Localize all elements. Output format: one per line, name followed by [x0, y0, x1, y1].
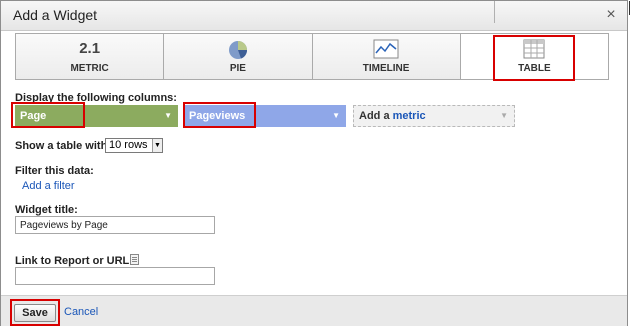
tab-metric[interactable]: 2.1 METRIC [16, 34, 165, 79]
tab-timeline[interactable]: TIMELINE [313, 34, 461, 79]
add-metric-link[interactable]: metric [393, 110, 426, 122]
add-widget-dialog: Add a Widget × 2.1 METRIC PIE TIMELINE T… [0, 0, 630, 326]
metric-number-icon: 2.1 [79, 40, 101, 57]
metric-select[interactable]: Pageviews ▼ [184, 105, 346, 127]
filter-label: Filter this data: [15, 165, 94, 177]
add-metric-select[interactable]: Add a metric ▼ [353, 105, 515, 127]
chevron-down-icon: ▼ [152, 139, 162, 152]
columns-label: Display the following columns: [15, 92, 177, 104]
close-icon[interactable]: × [601, 5, 621, 25]
dialog-titlebar: Add a Widget × [1, 1, 627, 31]
tab-timeline-label: TIMELINE [362, 63, 410, 74]
chevron-down-icon: ▼ [164, 111, 172, 120]
pie-chart-icon [227, 39, 249, 66]
rows-select[interactable]: 10 rows ▼ [105, 138, 163, 153]
add-metric-prefix: Add a [359, 110, 390, 122]
timeline-chart-icon [373, 39, 399, 64]
cancel-link[interactable]: Cancel [64, 306, 98, 318]
chevron-down-icon: ▼ [500, 111, 508, 120]
tab-pie-label: PIE [229, 63, 246, 74]
link-report-input[interactable] [15, 267, 215, 285]
metric-select-value: Pageviews [189, 110, 246, 122]
widget-type-tabs: 2.1 METRIC PIE TIMELINE TABLE [15, 33, 609, 80]
save-button[interactable]: Save [14, 304, 56, 322]
tab-table-label: TABLE [518, 63, 551, 74]
document-icon [130, 254, 139, 265]
dimension-select-value: Page [20, 110, 47, 122]
widget-title-input[interactable] [15, 216, 215, 234]
link-report-label: Link to Report or URL: [15, 255, 133, 267]
dimension-select[interactable]: Page ▼ [15, 105, 178, 127]
tab-pie[interactable]: PIE [164, 34, 313, 79]
add-filter-link[interactable]: Add a filter [22, 180, 75, 192]
rows-select-value: 10 rows [109, 139, 148, 151]
dialog-title: Add a Widget [13, 7, 98, 23]
table-grid-icon [523, 39, 545, 64]
tab-metric-label: METRIC [70, 63, 109, 74]
chevron-down-icon: ▼ [332, 111, 340, 120]
rows-label: Show a table with [15, 140, 108, 152]
titlebar-divider [494, 1, 495, 23]
tab-table[interactable]: TABLE [460, 34, 608, 79]
widget-title-label: Widget title: [15, 204, 78, 216]
